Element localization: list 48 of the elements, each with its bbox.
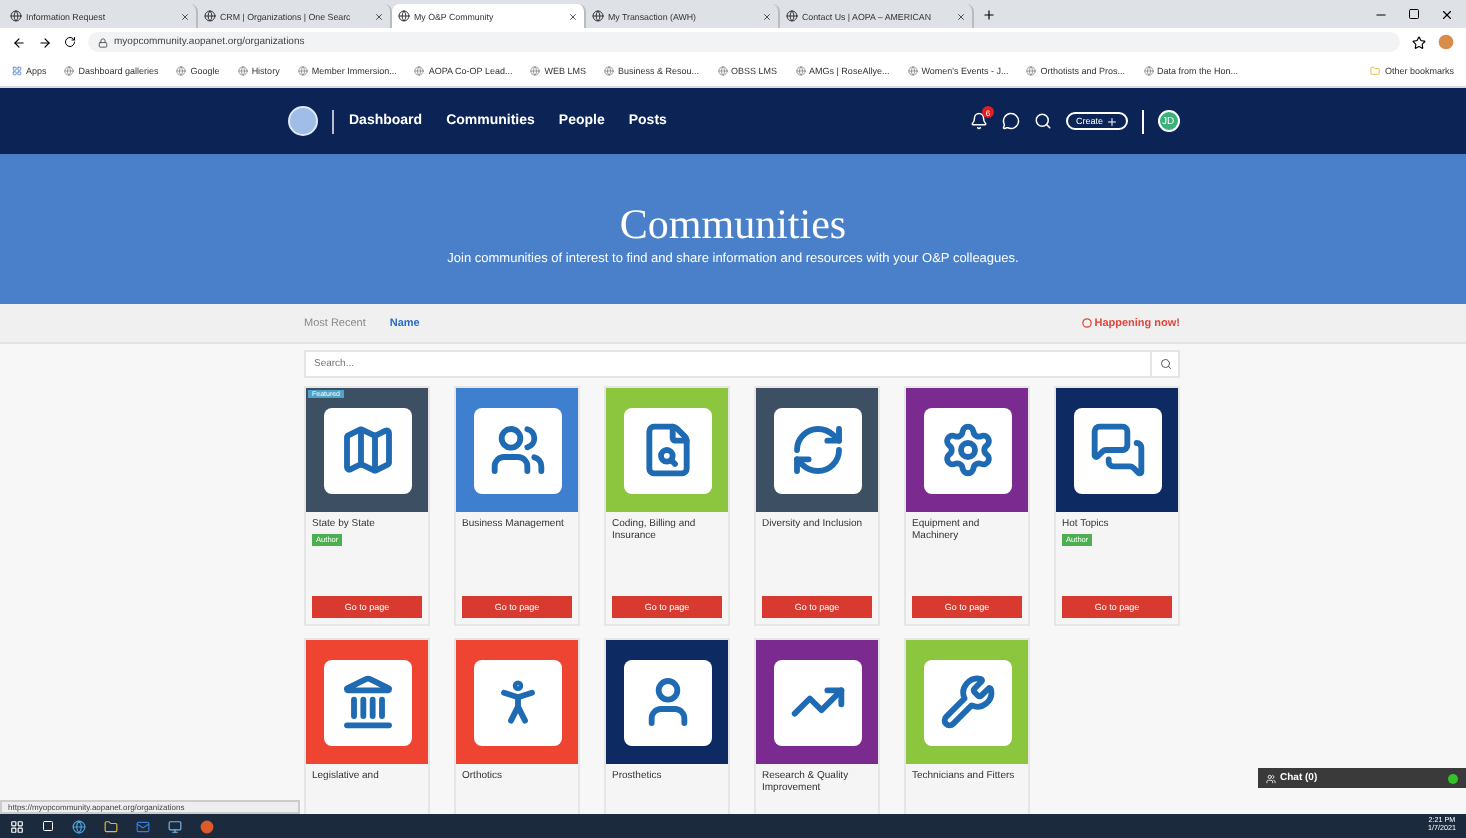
lock-icon xyxy=(98,37,108,47)
new-tab-icon[interactable] xyxy=(982,7,996,21)
favicon-icon xyxy=(398,10,410,22)
favicon-icon xyxy=(10,10,22,22)
monitor-icon[interactable] xyxy=(168,819,182,833)
favicon-icon xyxy=(204,10,216,22)
globe-icon xyxy=(907,66,918,76)
chat-bubbles-icon xyxy=(1089,422,1145,478)
start-icon[interactable] xyxy=(10,819,24,833)
page-title: Communities xyxy=(619,200,847,250)
browser-icon[interactable] xyxy=(72,819,86,833)
globe-icon xyxy=(64,66,75,76)
task-view-icon[interactable] xyxy=(42,820,54,832)
profile-icon[interactable] xyxy=(1438,34,1454,50)
search-button[interactable] xyxy=(1152,350,1180,378)
plus-icon xyxy=(1105,115,1117,127)
reload-icon[interactable] xyxy=(64,36,76,48)
folder-icon[interactable] xyxy=(104,819,118,833)
mail-icon[interactable] xyxy=(136,819,150,833)
chat-icon[interactable] xyxy=(1001,112,1020,130)
search-icon[interactable] xyxy=(1033,112,1052,130)
bookmark-star-icon[interactable] xyxy=(1412,35,1426,49)
globe-icon xyxy=(603,66,614,76)
globe-icon xyxy=(717,66,727,76)
globe-icon xyxy=(176,66,187,76)
globe-icon xyxy=(530,66,541,76)
globe-icon xyxy=(795,66,806,76)
logo-icon[interactable] xyxy=(287,106,317,136)
favicon-icon xyxy=(786,10,798,22)
favicon-icon xyxy=(592,10,604,22)
globe-icon xyxy=(297,66,308,76)
circle-icon xyxy=(1082,318,1093,328)
maximize-icon[interactable] xyxy=(1408,7,1420,19)
folder-icon xyxy=(1370,66,1381,76)
globe-icon xyxy=(237,66,248,76)
forward-icon[interactable] xyxy=(38,35,52,49)
close-icon[interactable] xyxy=(1440,7,1454,21)
map-icon xyxy=(339,422,395,478)
apps-grid-icon xyxy=(12,66,22,76)
back-icon[interactable] xyxy=(12,35,26,49)
globe-icon xyxy=(1026,66,1037,76)
search-icon xyxy=(1159,358,1171,370)
globe-icon xyxy=(1143,66,1154,76)
people-icon xyxy=(489,422,545,478)
people-icon xyxy=(1266,773,1276,783)
tools-icon xyxy=(939,674,995,730)
globe-icon xyxy=(414,66,425,76)
circular-arrows-icon xyxy=(789,422,845,478)
